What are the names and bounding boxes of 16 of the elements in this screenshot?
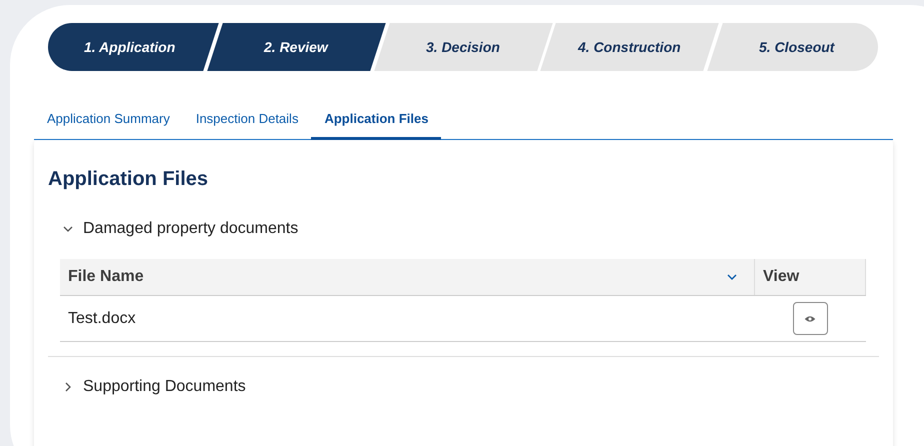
column-header: View [754, 259, 866, 296]
tab[interactable]: Inspection Details [182, 101, 312, 140]
tab[interactable]: Application Files [311, 101, 442, 140]
section-title[interactable]: Supporting Documents [83, 378, 246, 396]
path-step[interactable]: 1. Application [48, 23, 219, 71]
view-button[interactable] [792, 302, 828, 335]
tab[interactable]: Application Summary [34, 101, 183, 140]
table-cell: Test.docx [60, 296, 754, 342]
eye-icon [804, 314, 816, 322]
column-header[interactable]: File Name [60, 259, 754, 296]
section-title[interactable]: Damaged property documents [83, 220, 298, 238]
path-step[interactable]: 5. Closeout [707, 23, 878, 71]
panel-title: Application Files [48, 168, 210, 191]
path-step[interactable]: 2. Review [207, 23, 386, 71]
path-step[interactable]: 4. Construction [540, 23, 719, 71]
path-step[interactable]: 3. Decision [374, 23, 552, 71]
